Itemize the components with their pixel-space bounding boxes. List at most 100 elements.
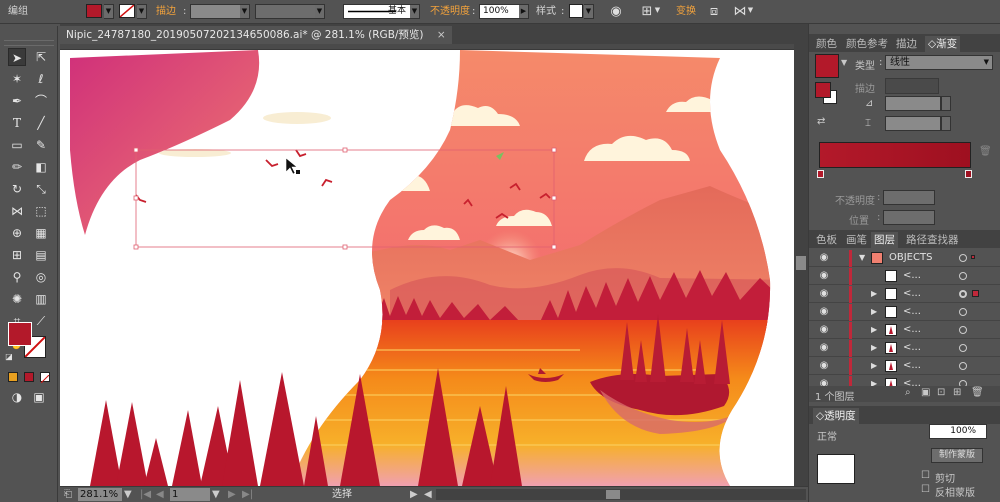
target-circle-icon[interactable] [959, 290, 967, 298]
artboard-dropdown-icon[interactable]: ▼ [212, 488, 220, 501]
curvature-tool-icon[interactable]: ⌒ [32, 92, 50, 110]
brush-definition-field[interactable]: 基本 ▼ [343, 4, 420, 19]
invert-mask-checkbox-icon[interactable]: ☐ [921, 484, 930, 495]
expand-triangle-icon[interactable]: ▶ [871, 342, 877, 354]
delete-stop-icon[interactable]: 🗑 [979, 146, 992, 157]
layer-row[interactable]: ◉ ▶ <... [809, 322, 1000, 339]
zoom-field[interactable]: 281.1% [78, 488, 122, 501]
canvas-area[interactable] [60, 50, 794, 486]
screen-mode-icon[interactable]: ▣ [30, 388, 48, 406]
scroll-left-icon[interactable]: ◀ [424, 488, 432, 501]
line-tool-icon[interactable]: ╱ [32, 114, 50, 132]
target-circle-icon[interactable] [959, 308, 967, 316]
stroke-weight-field[interactable]: ▼ [190, 4, 250, 19]
zoom-dropdown-icon[interactable]: ▼ [124, 488, 132, 501]
gradient-mode-icon[interactable] [24, 372, 34, 382]
opacity-label[interactable]: 不透明度 [430, 3, 470, 21]
layer-row-selected[interactable]: ◉ ▶ <... [809, 286, 1000, 303]
close-tab-icon[interactable]: × [437, 29, 446, 41]
type-tool-icon[interactable]: T [8, 114, 26, 132]
new-sublayer-icon[interactable]: ⊡ [937, 387, 945, 398]
landscape-artwork[interactable] [60, 50, 794, 486]
last-artboard-icon[interactable]: ▶| [242, 488, 253, 501]
opacity-field[interactable]: 100% ▶ [479, 4, 529, 19]
tab-brushes[interactable]: 画笔 [843, 232, 870, 248]
horizontal-scrollbar[interactable] [436, 489, 806, 500]
fill-swatch[interactable] [86, 4, 102, 18]
locate-object-icon[interactable]: ⌕ [905, 387, 911, 398]
width-tool-icon[interactable]: ⋈ [8, 202, 26, 220]
column-graph-tool-icon[interactable]: ▥ [32, 290, 50, 308]
expand-triangle-icon[interactable]: ▶ [871, 288, 877, 300]
expand-triangle-icon[interactable]: ▶ [871, 360, 877, 372]
graphic-style-swatch[interactable] [569, 4, 583, 18]
rectangle-tool-icon[interactable]: ▭ [8, 136, 26, 154]
graphic-style-dropdown[interactable]: ▼ [584, 4, 594, 19]
stroke-swatch[interactable] [119, 4, 135, 18]
magic-wand-tool-icon[interactable]: ✶ [8, 70, 26, 88]
tab-pathfinder[interactable]: 路径查找器 [903, 232, 962, 248]
selection-indicator-icon[interactable] [972, 290, 979, 297]
collapse-triangle-icon[interactable]: ▼ [859, 252, 865, 264]
delete-layer-icon[interactable]: 🗑 [971, 387, 984, 398]
rotate-tool-icon[interactable]: ↻ [8, 180, 26, 198]
tab-stroke[interactable]: 描边 [893, 36, 920, 52]
transparency-opacity-field[interactable]: 100% [929, 424, 987, 439]
selection-tool-icon[interactable]: ➤ [8, 48, 26, 66]
lasso-tool-icon[interactable]: ℓ [32, 70, 50, 88]
layer-row[interactable]: ◉ <... [809, 268, 1000, 285]
blend-tool-icon[interactable]: ◎ [32, 268, 50, 286]
fill-color-box[interactable] [8, 322, 32, 346]
variable-width-field[interactable]: ▼ [255, 4, 325, 19]
visibility-eye-icon[interactable]: ◉ [817, 270, 831, 282]
status-menu-icon[interactable]: ▶ [410, 488, 418, 501]
visibility-eye-icon[interactable]: ◉ [817, 324, 831, 336]
gradient-tool-icon[interactable]: ▤ [32, 246, 50, 264]
mesh-tool-icon[interactable]: ⊞ [8, 246, 26, 264]
prev-artboard-icon[interactable]: ◀ [156, 488, 164, 501]
visibility-eye-icon[interactable]: ◉ [817, 360, 831, 372]
angle-field[interactable] [885, 96, 941, 111]
blend-mode-label[interactable]: 正常 [817, 428, 837, 443]
draw-mode-icon[interactable]: ◑ [8, 388, 26, 406]
aspect-ratio-field[interactable] [885, 116, 941, 131]
recolor-icon[interactable]: ◉ [607, 3, 625, 21]
transparency-thumbnail[interactable] [817, 454, 855, 484]
default-colors-icon[interactable]: ◪ [4, 352, 14, 362]
selection-indicator-icon[interactable] [971, 255, 975, 259]
gradient-location-field[interactable] [883, 210, 935, 225]
expand-triangle-icon[interactable]: ▶ [871, 306, 877, 318]
pencil-tool-icon[interactable]: ✏ [8, 158, 26, 176]
target-circle-icon[interactable] [959, 326, 967, 334]
tab-transparency[interactable]: ◇透明度 [813, 408, 859, 424]
color-mode-icon[interactable] [8, 372, 18, 382]
eraser-tool-icon[interactable]: ◧ [32, 158, 50, 176]
next-artboard-icon[interactable]: ▶ [228, 488, 236, 501]
horizontal-scroll-thumb[interactable] [606, 490, 620, 499]
tools-grip[interactable] [4, 40, 54, 46]
shape-builder-tool-icon[interactable]: ⊕ [8, 224, 26, 242]
vertical-scroll-thumb[interactable] [796, 256, 806, 270]
tab-gradient[interactable]: ◇渐变 [925, 36, 961, 52]
gradient-type-select[interactable]: 线性 ▼ [885, 55, 993, 70]
tab-color[interactable]: 颜色 [813, 36, 840, 52]
direct-selection-tool-icon[interactable]: ⇱ [32, 48, 50, 66]
target-circle-icon[interactable] [959, 254, 967, 262]
target-circle-icon[interactable] [959, 344, 967, 352]
fill-mini-swatch[interactable] [815, 82, 831, 98]
tab-swatches[interactable]: 色板 [813, 232, 840, 248]
target-circle-icon[interactable] [959, 362, 967, 370]
artboard[interactable] [60, 50, 794, 486]
tab-color-guide[interactable]: 颜色参考 [843, 36, 891, 52]
visibility-eye-icon[interactable]: ◉ [817, 288, 831, 300]
gradient-preview-dropdown-icon[interactable]: ▼ [841, 58, 847, 67]
gradient-preview-swatch[interactable] [815, 54, 839, 78]
gradient-stop-left[interactable] [817, 170, 824, 178]
arrange-dropdown[interactable]: ▼ [746, 4, 755, 19]
tab-layers[interactable]: 图层 [871, 232, 898, 248]
align-dropdown[interactable]: ▼ [653, 4, 662, 19]
clip-checkbox-icon[interactable]: ☐ [921, 470, 930, 481]
layer-row[interactable]: ◉ ▶ <... [809, 340, 1000, 357]
visibility-eye-icon[interactable]: ◉ [817, 306, 831, 318]
stroke-dropdown[interactable]: ▼ [137, 4, 147, 19]
